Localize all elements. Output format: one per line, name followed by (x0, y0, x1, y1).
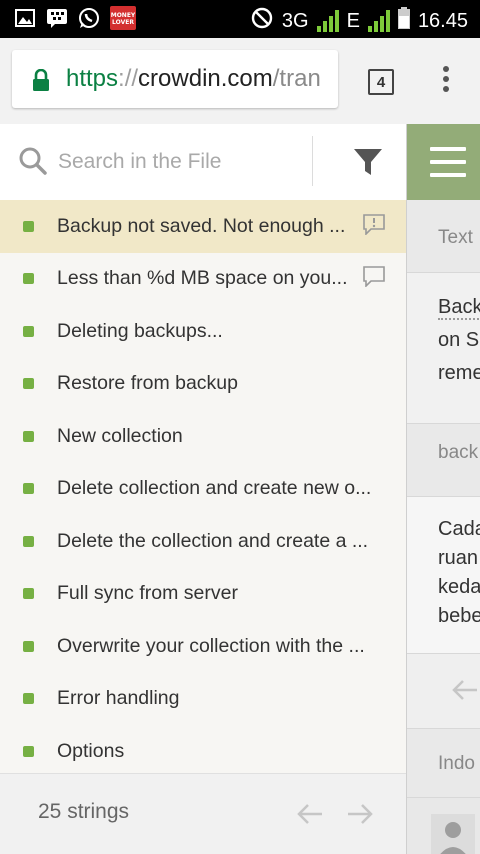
comment-icon (362, 265, 386, 292)
list-item[interactable]: Deleting backups... (0, 305, 406, 358)
string-count: 25 strings (38, 800, 130, 823)
source-line-2: on S (438, 329, 480, 351)
filter-icon[interactable] (352, 146, 384, 183)
status-dot (23, 430, 34, 442)
string-list: Backup not saved. Not enough ... Less tha… (0, 200, 406, 774)
list-item[interactable]: Error handling (0, 673, 406, 726)
translation-actions (407, 654, 480, 729)
list-item[interactable]: Delete collection and create new o... (0, 463, 406, 516)
list-item-label: Less than %d MB space on you... (57, 267, 348, 290)
back-arrow-icon[interactable] (451, 678, 479, 707)
search-input[interactable] (56, 144, 300, 180)
list-item[interactable]: New collection (0, 410, 406, 463)
network-type-label-2: E (346, 9, 360, 32)
source-text-card: Back on S reme (407, 273, 480, 424)
url-separator: :// (118, 65, 139, 92)
strings-panel: Backup not saved. Not enough ... Less tha… (0, 124, 407, 854)
status-dot (23, 378, 34, 390)
list-item-label: New collection (57, 424, 183, 447)
dnd-icon (250, 6, 274, 36)
status-dot (23, 325, 34, 337)
language-header: Indo (407, 729, 480, 798)
list-item-label: Deleting backups... (57, 319, 223, 342)
list-item[interactable]: Restore from backup (0, 358, 406, 411)
url-host: crowdin.com (138, 65, 273, 92)
status-dot (23, 273, 34, 285)
list-item[interactable]: Overwrite your collection with the ... (0, 620, 406, 673)
battery-icon (397, 7, 410, 35)
source-line-3: reme (438, 362, 480, 384)
translation-card[interactable]: Cada ruan keda bebe (407, 497, 480, 654)
status-bar: MONEY LOVER 3G E 16.45 (0, 0, 480, 38)
svg-text:LOVER: LOVER (112, 19, 134, 26)
signal-icon-2 (367, 10, 390, 32)
money-lover-icon: MONEY LOVER (110, 6, 136, 30)
url-scheme: https (66, 65, 119, 92)
tab-switcher-button[interactable]: 4 (368, 69, 394, 95)
status-dot (23, 535, 34, 547)
bbm-icon (46, 7, 68, 29)
status-dot (23, 588, 34, 600)
list-item-label: Delete collection and create new o... (57, 477, 372, 500)
editor-panel: Text Back on S reme back Cada ruan keda … (407, 124, 480, 854)
source-header: Text (407, 200, 480, 273)
source-line-1: Back (438, 291, 480, 324)
signal-icon (316, 10, 339, 32)
lock-icon (32, 68, 50, 96)
divider (312, 136, 313, 186)
hamburger-menu-icon[interactable] (407, 124, 480, 200)
list-item-label: Error handling (57, 687, 180, 710)
search-bar (0, 124, 406, 201)
list-item-label: Options (57, 739, 125, 762)
gallery-icon (14, 7, 36, 29)
language-label: Indo (438, 753, 475, 774)
translation-line-4: bebe (438, 605, 480, 627)
url-path: /tran (272, 65, 321, 92)
list-item-label: Delete the collection and create a ... (57, 529, 369, 552)
overflow-menu-button[interactable] (438, 66, 454, 96)
list-item-label: Overwrite your collection with the ... (57, 634, 365, 657)
clock: 16.45 (417, 9, 468, 32)
avatar (431, 814, 475, 854)
svg-text:MONEY: MONEY (111, 12, 135, 19)
whatsapp-icon (78, 7, 100, 29)
list-footer: 25 strings (0, 773, 406, 854)
context-label: back (438, 442, 479, 463)
context-header: back (407, 424, 480, 497)
user-icon (440, 822, 466, 854)
source-text-label: Text (438, 227, 473, 248)
next-page-arrow-icon[interactable] (346, 802, 374, 831)
search-icon[interactable] (18, 146, 48, 181)
comment-alert-icon (362, 213, 386, 240)
status-dot (23, 693, 34, 705)
list-item[interactable]: Options (0, 725, 406, 778)
prev-page-arrow-icon[interactable] (296, 802, 324, 831)
status-dot (23, 745, 34, 757)
list-item-label: Full sync from server (57, 582, 238, 605)
status-dot (23, 640, 34, 652)
list-item[interactable]: Backup not saved. Not enough ... (0, 200, 406, 253)
status-dot (23, 483, 34, 495)
list-item-label: Restore from backup (57, 372, 238, 395)
money-lover-logo: MONEYLOVER (111, 12, 135, 26)
list-item[interactable]: Less than %d MB space on you... (0, 253, 406, 306)
list-item[interactable]: Delete the collection and create a ... (0, 515, 406, 568)
browser-toolbar: https://crowdin.com/tran 4 (0, 38, 480, 125)
url-text[interactable]: https://crowdin.com/tran (66, 65, 321, 93)
address-bar[interactable]: https://crowdin.com/tran (12, 50, 338, 108)
list-item[interactable]: Full sync from server (0, 568, 406, 621)
status-dot (23, 220, 34, 232)
network-type-label: 3G (281, 9, 309, 32)
list-item-label: Backup not saved. Not enough ... (57, 214, 346, 237)
